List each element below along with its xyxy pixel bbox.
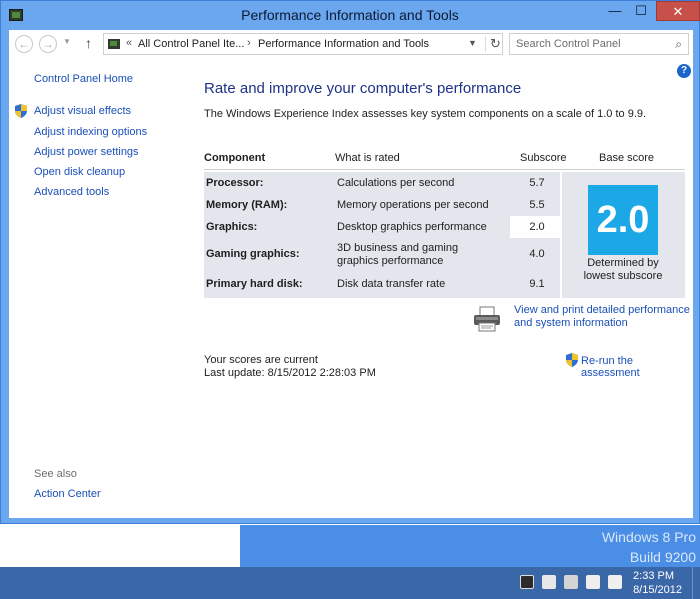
desktop-watermark: Windows 8 Pro Build 9200	[602, 527, 696, 567]
breadcrumb-separator[interactable]: ›	[247, 37, 251, 49]
row-component-gaming-graphics: Gaming graphics:	[206, 248, 300, 260]
base-caption-line1: Determined by	[587, 257, 659, 269]
row-subscore-gaming-graphics: 4.0	[529, 248, 545, 260]
power-icon[interactable]	[608, 575, 622, 589]
base-score-tile: 2.0	[588, 185, 658, 255]
header-component: Component	[204, 152, 266, 164]
maximize-button[interactable]: ☐	[628, 1, 654, 21]
view-print-details-link[interactable]: View and print detailed performance and …	[514, 304, 690, 330]
rerun-shield-icon	[566, 353, 578, 367]
recent-locations-chevron-down-icon[interactable]: ▼	[63, 37, 71, 46]
breadcrumb-overflow[interactable]: «	[126, 37, 132, 49]
title-bar[interactable]: Performance Information and Tools — ☐ ✕	[1, 1, 700, 29]
taskbar: 2:33 PM 8/15/2012	[0, 567, 700, 599]
address-chevron-down-icon[interactable]: ▼	[468, 38, 477, 48]
search-icon[interactable]: ⌕	[675, 37, 682, 52]
sidebar-item-adjust-power-settings[interactable]: Adjust power settings	[34, 146, 139, 158]
navigation-bar: ← → ▼ ↑ « All Control Panel Ite... › Per…	[9, 30, 693, 58]
left-task-pane: Control Panel Home Adjust visual effects…	[9, 58, 192, 518]
base-caption-line2: lowest subscore	[583, 270, 663, 282]
minimize-button[interactable]: —	[602, 1, 628, 21]
volume-muted-icon[interactable]	[586, 575, 600, 589]
rerun-assessment-link[interactable]: Re-run the assessment	[581, 355, 693, 379]
sidebar-item-adjust-indexing-options[interactable]: Adjust indexing options	[34, 126, 147, 138]
detail-link-line1[interactable]: View and print detailed performance	[514, 304, 690, 317]
base-score-caption: Determined by lowest subscore	[572, 257, 674, 283]
action-center-link[interactable]: Action Center	[34, 488, 101, 500]
header-what-is-rated: What is rated	[335, 152, 400, 164]
header-subscore: Subscore	[520, 152, 567, 164]
row-what-graphics: Desktop graphics performance	[337, 221, 487, 233]
action-center-flag-icon[interactable]	[542, 575, 556, 589]
sidebar-item-advanced-tools[interactable]: Advanced tools	[34, 186, 109, 198]
help-icon[interactable]: ?	[677, 64, 691, 78]
vm-tray-icon[interactable]	[520, 575, 534, 589]
main-content: ? Rate and improve your computer's perfo…	[192, 58, 693, 518]
back-button[interactable]: ←	[15, 35, 33, 53]
close-button[interactable]: ✕	[656, 1, 700, 21]
watermark-edition: Windows 8 Pro	[601, 529, 696, 545]
refresh-icon[interactable]: ↻	[485, 36, 501, 52]
see-also-heading: See also	[34, 468, 77, 480]
row-subscore-processor: 5.7	[529, 177, 545, 189]
row-subscore-hard-disk: 9.1	[529, 278, 545, 290]
row-what-processor: Calculations per second	[337, 177, 455, 189]
search-input[interactable]: Search Control Panel ⌕	[509, 33, 689, 55]
row-what-memory: Memory operations per second	[337, 199, 489, 211]
control-panel-icon	[108, 39, 120, 49]
row-subscore-memory: 5.5	[529, 199, 545, 211]
printer-icon	[474, 306, 500, 332]
sidebar-item-open-disk-cleanup[interactable]: Open disk cleanup	[34, 166, 125, 178]
row-component-graphics: Graphics:	[206, 221, 258, 233]
window-title: Performance Information and Tools	[241, 7, 459, 23]
breadcrumb-performance[interactable]: Performance Information and Tools	[258, 38, 429, 50]
show-desktop-button[interactable]	[692, 567, 700, 599]
taskbar-clock-time[interactable]: 2:33 PM	[633, 570, 674, 582]
row-what-hard-disk: Disk data transfer rate	[337, 278, 446, 290]
intro-text: The Windows Experience Index assesses ke…	[204, 108, 647, 120]
detail-link-line2[interactable]: and system information	[514, 317, 690, 330]
breadcrumb-all-control-panel[interactable]: All Control Panel Ite...	[138, 38, 244, 50]
uac-shield-icon	[15, 104, 27, 118]
last-update: Last update: 8/15/2012 2:28:03 PM	[204, 367, 376, 379]
row-subscore-graphics: 2.0	[529, 221, 545, 233]
address-bar[interactable]: « All Control Panel Ite... › Performance…	[103, 33, 503, 55]
watermark-build: Build 9200	[629, 549, 696, 565]
network-icon[interactable]	[564, 575, 578, 589]
control-panel-home-link[interactable]: Control Panel Home	[34, 73, 133, 85]
sidebar-item-adjust-visual-effects[interactable]: Adjust visual effects	[34, 105, 131, 117]
control-panel-window: Performance Information and Tools — ☐ ✕ …	[0, 0, 700, 524]
up-button[interactable]: ↑	[85, 35, 92, 51]
row-what-gaming-graphics: 3D business and gaming	[337, 242, 459, 254]
table-header-divider	[204, 169, 685, 170]
forward-button[interactable]: →	[39, 35, 57, 53]
row-component-hard-disk: Primary hard disk:	[206, 278, 303, 290]
header-base-score: Base score	[599, 152, 655, 164]
search-placeholder: Search Control Panel	[516, 38, 621, 50]
page-title: Rate and improve your computer's perform…	[204, 80, 522, 97]
desktop-background	[0, 525, 240, 567]
scores-status: Your scores are current	[204, 354, 318, 366]
row-component-memory: Memory (RAM):	[206, 199, 288, 211]
taskbar-clock-date[interactable]: 8/15/2012	[633, 584, 682, 596]
row-what-gaming-graphics-line2: graphics performance	[337, 255, 444, 267]
row-component-processor: Processor:	[206, 177, 264, 189]
